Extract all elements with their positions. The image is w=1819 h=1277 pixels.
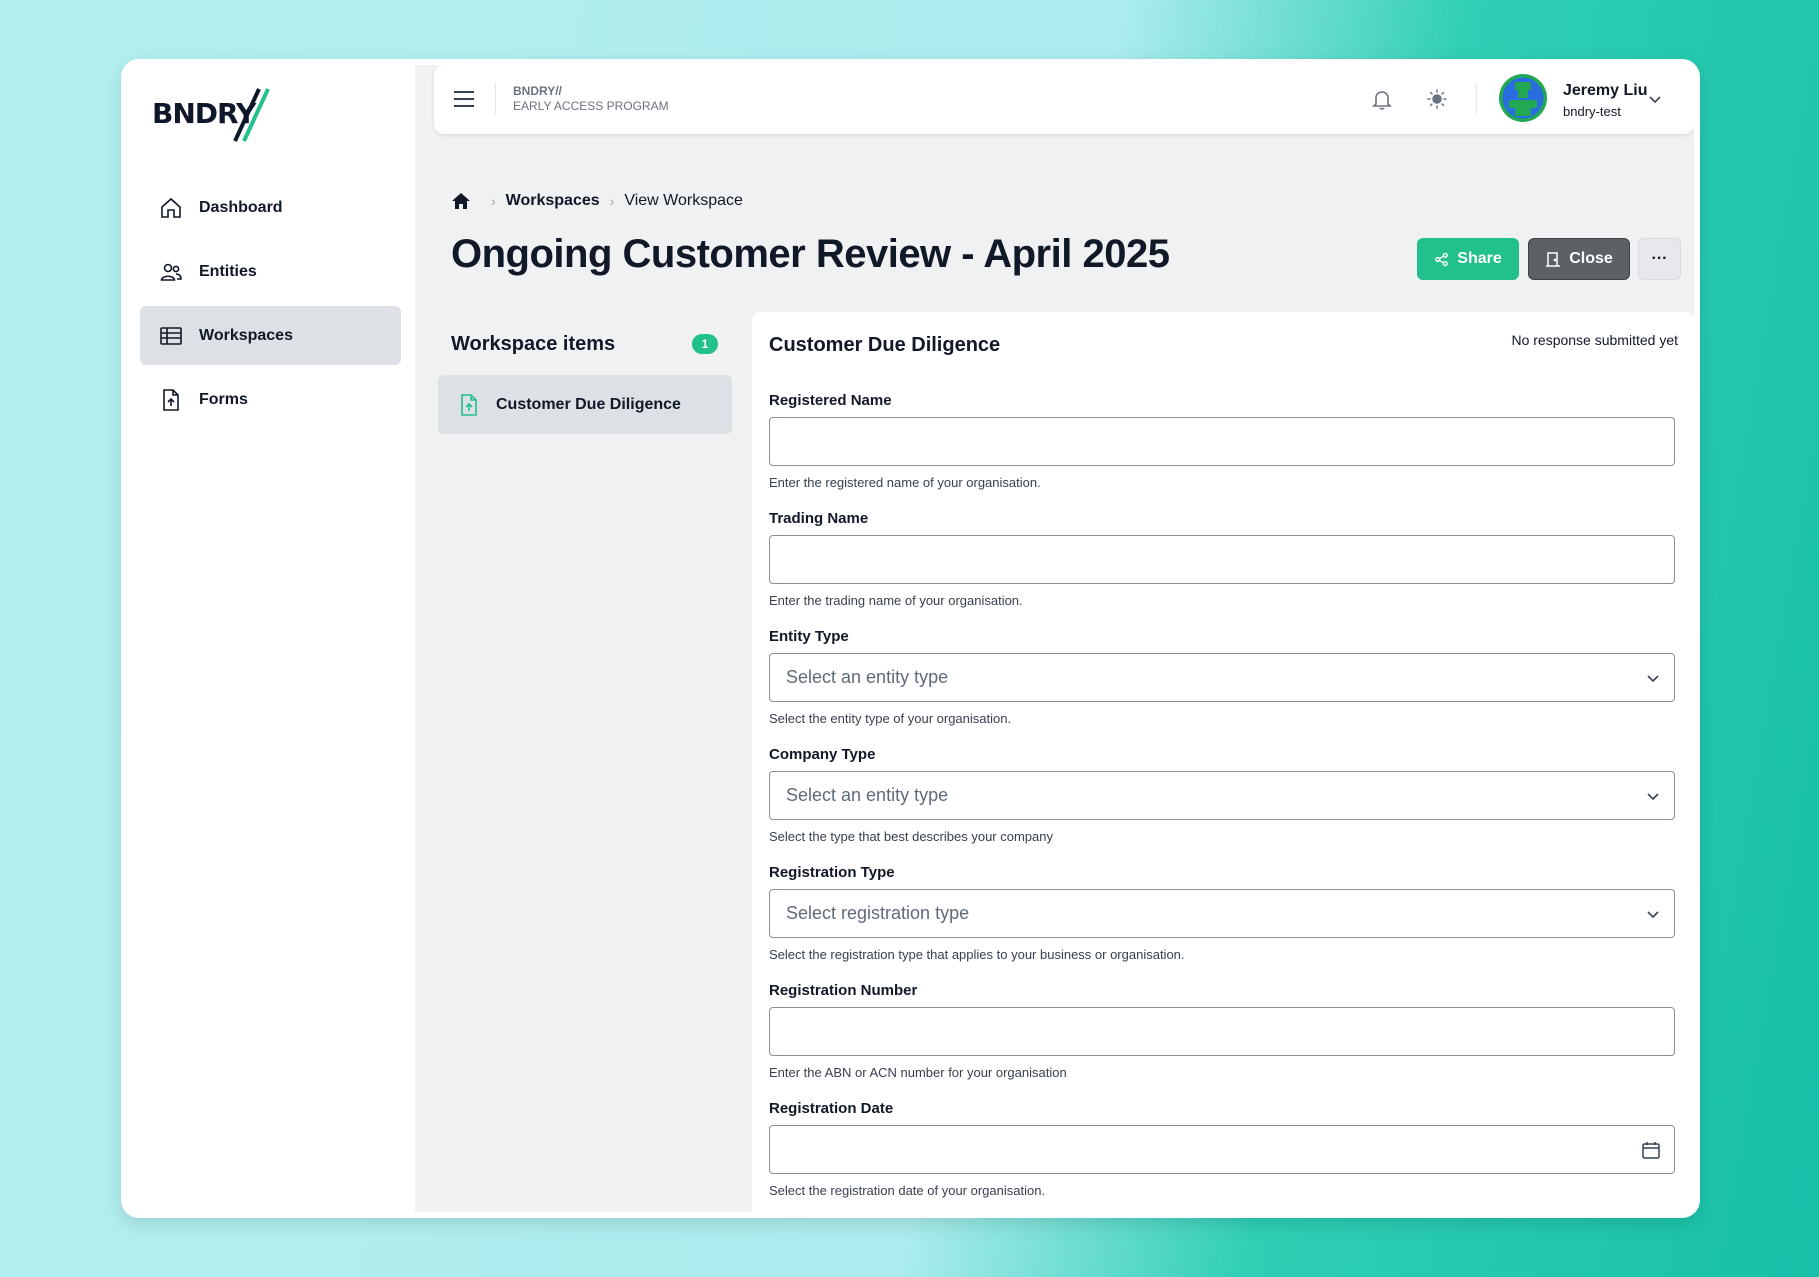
registered-name-box xyxy=(769,417,1675,466)
chevron-down-icon[interactable] xyxy=(1647,91,1663,107)
registration-number-box xyxy=(769,1007,1675,1056)
chevron-right-icon: › xyxy=(491,193,496,209)
field-label: Registration Number xyxy=(769,982,918,999)
entity-type-field-group: Entity Type Select an entity type Select… xyxy=(769,628,1675,726)
home-icon[interactable] xyxy=(451,191,471,211)
field-hint: Enter the ABN or ACN number for your org… xyxy=(769,1065,1067,1080)
company-type-select[interactable]: Select an entity type xyxy=(769,771,1675,820)
user-name: Jeremy Liu xyxy=(1563,82,1648,99)
program-name: EARLY ACCESS PROGRAM xyxy=(513,99,669,113)
field-hint: Select the type that best describes your… xyxy=(769,829,1053,844)
sidebar-item-label: Forms xyxy=(199,390,248,408)
select-placeholder: Select an entity type xyxy=(786,785,949,805)
bell-icon[interactable] xyxy=(1370,87,1394,111)
form-title: Customer Due Diligence xyxy=(769,334,1001,356)
field-label: Registration Date xyxy=(769,1100,894,1117)
avatar[interactable] xyxy=(1499,74,1547,122)
field-label: Entity Type xyxy=(769,628,849,645)
share-button-label: Share xyxy=(1457,250,1502,267)
sidebar-item-label: Dashboard xyxy=(199,198,283,216)
file-upload-icon xyxy=(158,387,184,413)
users-icon xyxy=(158,259,184,285)
workspace-item[interactable]: Customer Due Diligence xyxy=(438,375,732,434)
menu-icon[interactable] xyxy=(453,89,475,109)
field-hint: Select the entity type of your organisat… xyxy=(769,711,1012,726)
calendar-icon[interactable] xyxy=(1641,1140,1661,1160)
logo-slashes-icon xyxy=(233,88,270,142)
close-button-label: Close xyxy=(1569,250,1613,267)
bndry-logo[interactable]: BNDRY xyxy=(152,87,282,143)
table-icon xyxy=(158,323,184,349)
registration-date-field-group: Registration Date Select the registratio… xyxy=(769,1100,1675,1198)
sidebar: BNDRY Dashboard Entities Workspaces Form… xyxy=(127,65,415,1212)
chevron-down-icon xyxy=(1646,907,1660,921)
field-label: Trading Name xyxy=(769,510,869,527)
sidebar-item-label: Workspaces xyxy=(199,326,293,344)
trading-name-field-group: Trading Name Enter the trading name of y… xyxy=(769,510,1675,608)
form-status: No response submitted yet xyxy=(1511,332,1678,348)
count-badge: 1 xyxy=(692,334,718,354)
registered-name-input[interactable] xyxy=(770,418,1674,465)
registration-type-field-group: Registration Type Select registration ty… xyxy=(769,864,1675,962)
sidebar-item-workspaces[interactable]: Workspaces xyxy=(140,306,401,365)
sidebar-nav: Dashboard Entities Workspaces Forms xyxy=(140,178,401,434)
close-button[interactable]: Close xyxy=(1528,238,1630,280)
top-bar: BNDRY// EARLY ACCESS PROGRAM Jeremy Liu … xyxy=(434,65,1694,134)
app-window: BNDRY Dashboard Entities Workspaces Form… xyxy=(121,59,1700,1218)
file-upload-icon xyxy=(458,393,480,417)
more-options-button[interactable]: ··· xyxy=(1638,238,1681,280)
breadcrumb: › Workspaces › View Workspace xyxy=(451,190,743,212)
chevron-down-icon xyxy=(1646,789,1660,803)
select-placeholder: Select an entity type xyxy=(786,667,949,687)
registration-number-field-group: Registration Number Enter the ABN or ACN… xyxy=(769,982,1675,1080)
field-hint: Select the registration type that applie… xyxy=(769,947,1185,962)
field-label: Registered Name xyxy=(769,392,892,409)
company-type-field-group: Company Type Select an entity type Selec… xyxy=(769,746,1675,844)
chevron-right-icon: › xyxy=(609,193,615,209)
registration-type-select[interactable]: Select registration type xyxy=(769,889,1675,938)
field-label: Registration Type xyxy=(769,864,895,881)
entity-type-select[interactable]: Select an entity type xyxy=(769,653,1675,702)
sidebar-item-label: Entities xyxy=(199,262,257,280)
user-org: bndry-test xyxy=(1563,104,1621,119)
program-label: BNDRY// EARLY ACCESS PROGRAM xyxy=(513,84,669,114)
divider xyxy=(1476,83,1477,115)
field-hint: Select the registration date of your org… xyxy=(769,1183,1046,1198)
share-icon xyxy=(1434,252,1449,267)
program-brand: BNDRY// xyxy=(513,84,562,98)
registration-number-input[interactable] xyxy=(770,1008,1674,1055)
select-placeholder: Select registration type xyxy=(786,903,970,923)
form-panel: Customer Due Diligence No response submi… xyxy=(752,312,1694,1212)
door-icon xyxy=(1545,251,1561,267)
sidebar-item-forms[interactable]: Forms xyxy=(140,370,401,429)
chevron-down-icon xyxy=(1646,671,1660,685)
breadcrumb-workspaces-link[interactable]: Workspaces xyxy=(506,192,600,210)
trading-name-input[interactable] xyxy=(770,536,1674,583)
field-hint: Enter the registered name of your organi… xyxy=(769,475,1041,490)
divider xyxy=(495,83,496,115)
home-icon xyxy=(158,195,184,221)
registration-date-box xyxy=(769,1125,1675,1174)
sidebar-item-dashboard[interactable]: Dashboard xyxy=(140,178,401,237)
breadcrumb-current: View Workspace xyxy=(624,192,743,209)
more-icon: ··· xyxy=(1651,250,1668,267)
field-hint: Enter the trading name of your organisat… xyxy=(769,593,1023,608)
workspace-items-title: Workspace items xyxy=(451,333,616,355)
sidebar-item-entities[interactable]: Entities xyxy=(140,242,401,301)
theme-toggle-icon[interactable] xyxy=(1425,87,1449,111)
share-button[interactable]: Share xyxy=(1417,238,1519,280)
registration-date-input[interactable] xyxy=(770,1126,1674,1173)
registered-name-field-group: Registered Name Enter the registered nam… xyxy=(769,392,1675,490)
page-title: Ongoing Customer Review - April 2025 xyxy=(451,232,1170,276)
trading-name-box xyxy=(769,535,1675,584)
field-label: Company Type xyxy=(769,746,876,763)
workspace-item-label: Customer Due Diligence xyxy=(496,395,681,413)
